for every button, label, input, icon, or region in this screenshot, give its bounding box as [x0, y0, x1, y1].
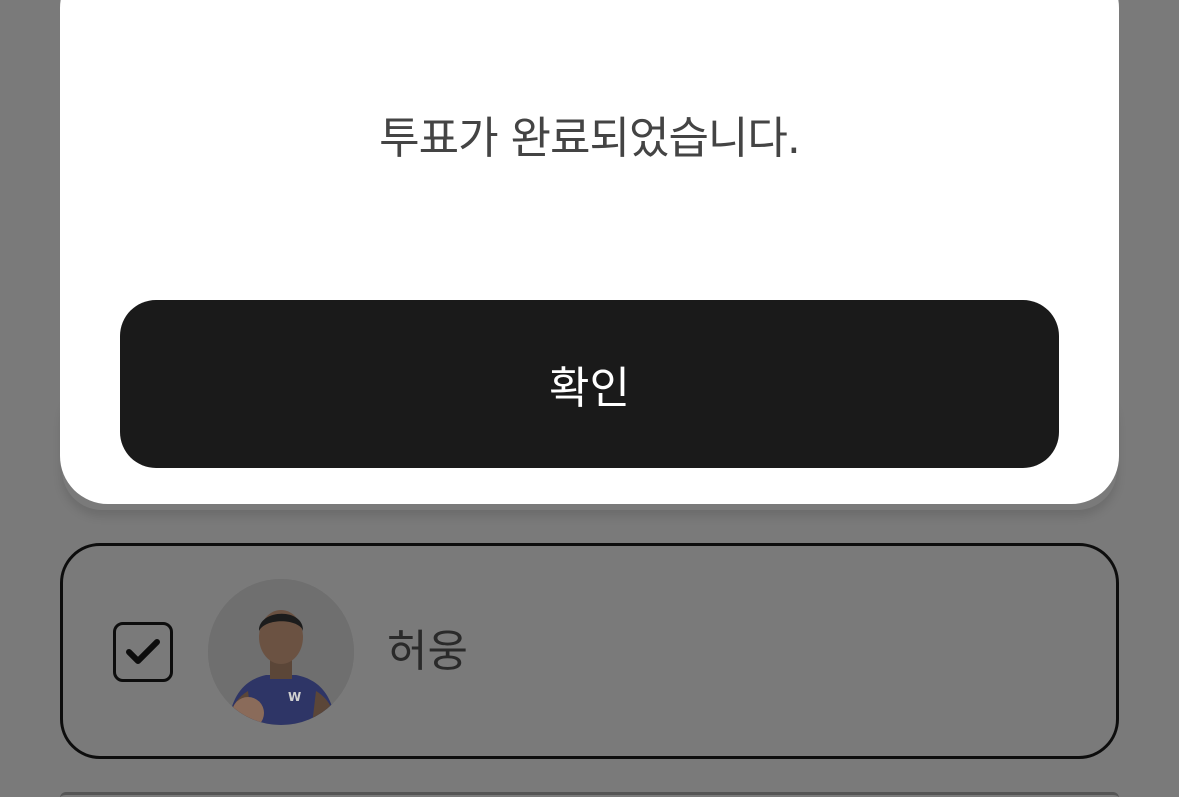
modal-message: 투표가 완료되었습니다.	[379, 113, 801, 164]
candidate-card[interactable]: W 허웅	[60, 543, 1119, 759]
candidate-checkbox[interactable]	[113, 622, 173, 682]
avatar: W	[208, 579, 354, 725]
player-photo: W	[208, 579, 354, 725]
check-icon	[126, 639, 160, 664]
next-candidate-card-edge	[60, 792, 1119, 797]
confirm-button[interactable]: 확인	[120, 300, 1059, 468]
svg-text:W: W	[288, 690, 301, 704]
candidate-name: 허웅	[387, 626, 468, 677]
vote-complete-modal: 투표가 완료되었습니다. 확인	[60, 0, 1119, 504]
